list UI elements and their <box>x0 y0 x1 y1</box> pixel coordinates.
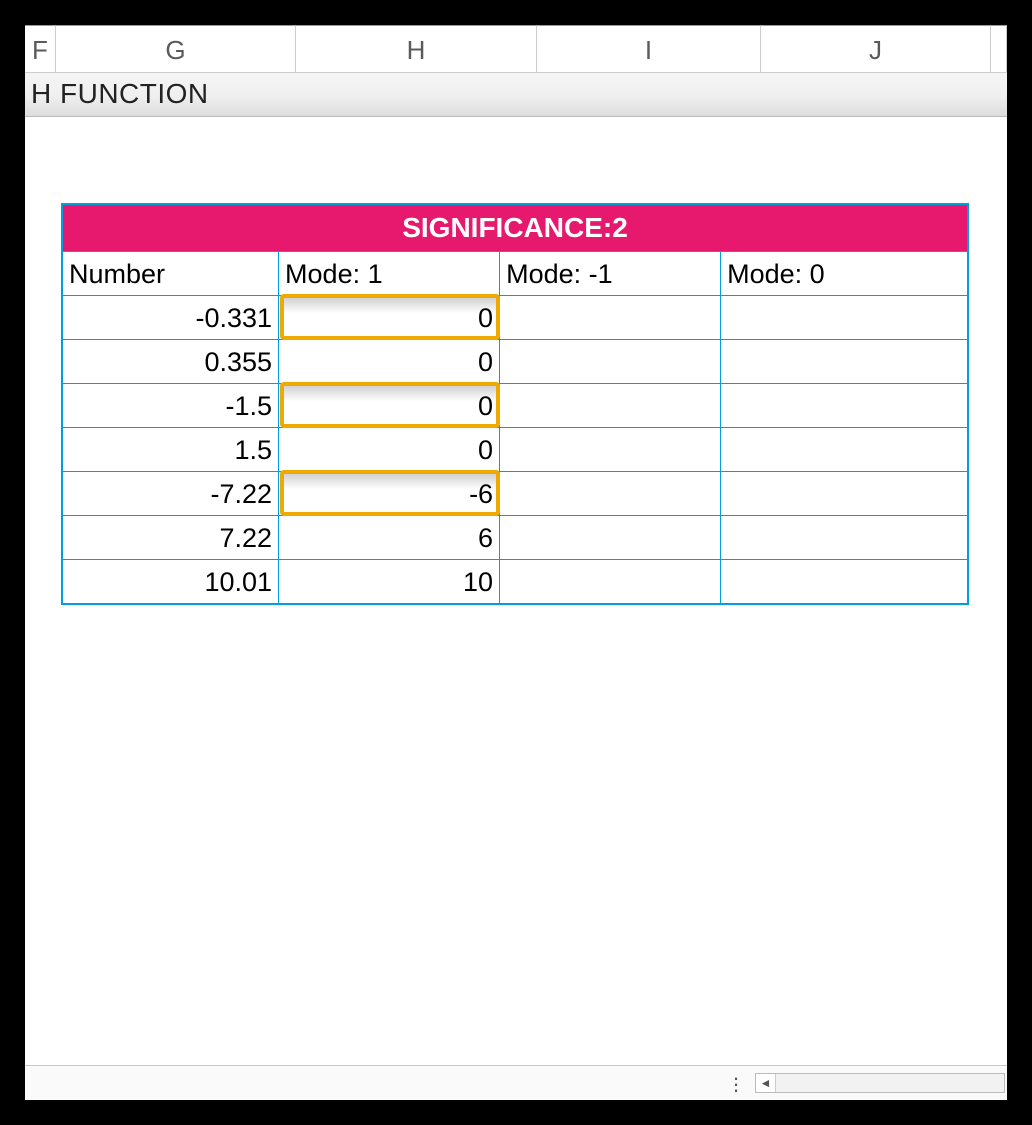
cell-mode-neg1[interactable] <box>500 295 721 339</box>
cell-number[interactable]: 7.22 <box>63 515 279 559</box>
column-header-G[interactable]: G <box>56 25 296 73</box>
col-header-number[interactable]: Number <box>63 251 279 295</box>
cell-mode1[interactable]: 0 <box>279 383 500 427</box>
column-header-F[interactable]: F <box>25 25 56 73</box>
col-header-mode0[interactable]: Mode: 0 <box>721 251 967 295</box>
cell-mode0[interactable] <box>721 339 967 383</box>
table-row: 0.355 0 <box>63 339 967 383</box>
table-header-row: Number Mode: 1 Mode: -1 Mode: 0 <box>63 251 967 295</box>
scroll-left-arrow-icon[interactable]: ◄ <box>756 1074 776 1092</box>
table-title: SIGNIFICANCE:2 <box>63 205 967 251</box>
cell-mode1[interactable]: 10 <box>279 559 500 603</box>
column-header-J[interactable]: J <box>761 25 991 73</box>
cell-mode-neg1[interactable] <box>500 471 721 515</box>
col-header-mode-neg1[interactable]: Mode: -1 <box>500 251 721 295</box>
table-row: 1.5 0 <box>63 427 967 471</box>
table-row: -1.5 0 <box>63 383 967 427</box>
cell-mode0[interactable] <box>721 471 967 515</box>
cell-mode-neg1[interactable] <box>500 559 721 603</box>
table-row: 7.22 6 <box>63 515 967 559</box>
cell-mode1[interactable]: -6 <box>279 471 500 515</box>
cell-mode-neg1[interactable] <box>500 383 721 427</box>
cell-number[interactable]: 0.355 <box>63 339 279 383</box>
column-header-H[interactable]: H <box>296 25 537 73</box>
cell-mode0[interactable] <box>721 427 967 471</box>
cell-mode-neg1[interactable] <box>500 427 721 471</box>
spreadsheet-viewport: F G H I J H FUNCTION SIGNIFICANCE:2 Numb… <box>25 25 1007 1100</box>
cell-mode0[interactable] <box>721 559 967 603</box>
split-handle-icon[interactable]: ··· <box>729 1074 743 1092</box>
table-row: -7.22 -6 <box>63 471 967 515</box>
cell-mode-neg1[interactable] <box>500 339 721 383</box>
table-row: 10.01 10 <box>63 559 967 603</box>
cell-number[interactable]: -1.5 <box>63 383 279 427</box>
cell-number[interactable]: 10.01 <box>63 559 279 603</box>
sheet-body[interactable]: SIGNIFICANCE:2 Number Mode: 1 Mode: -1 M… <box>25 117 1007 1065</box>
cell-number[interactable]: -7.22 <box>63 471 279 515</box>
cell-mode-neg1[interactable] <box>500 515 721 559</box>
cell-mode1[interactable]: 0 <box>279 339 500 383</box>
cell-number[interactable]: 1.5 <box>63 427 279 471</box>
cell-mode1[interactable]: 6 <box>279 515 500 559</box>
column-header-row: F G H I J <box>25 25 1007 73</box>
table-row: -0.331 0 <box>63 295 967 339</box>
cell-mode1[interactable]: 0 <box>279 295 500 339</box>
section-title: H FUNCTION <box>25 73 1007 117</box>
col-header-mode1[interactable]: Mode: 1 <box>279 251 500 295</box>
horizontal-scrollbar[interactable]: ◄ <box>755 1073 1005 1093</box>
cell-mode0[interactable] <box>721 515 967 559</box>
cell-mode0[interactable] <box>721 295 967 339</box>
cell-number[interactable]: -0.331 <box>63 295 279 339</box>
column-header-I[interactable]: I <box>537 25 761 73</box>
cell-mode1[interactable]: 0 <box>279 427 500 471</box>
significance-table: SIGNIFICANCE:2 Number Mode: 1 Mode: -1 M… <box>61 203 969 605</box>
column-header-edge <box>991 25 1007 73</box>
cell-mode0[interactable] <box>721 383 967 427</box>
status-bar: ··· ◄ <box>25 1065 1007 1100</box>
